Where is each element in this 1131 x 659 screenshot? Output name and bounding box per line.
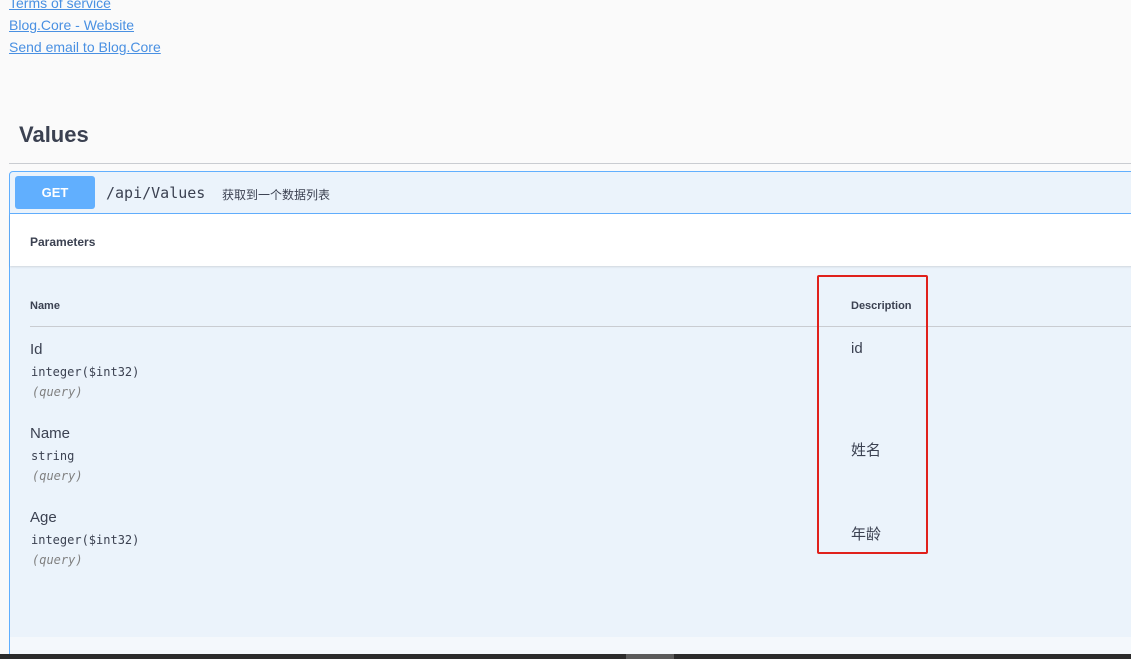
column-header-description: Description: [851, 300, 912, 312]
tag-divider: [9, 163, 1131, 164]
method-badge: GET: [15, 176, 95, 209]
parameter-name: Age: [30, 509, 57, 526]
parameter-name: Name: [30, 425, 71, 442]
parameter-type: string: [31, 449, 75, 463]
parameter-type: integer($int32): [31, 365, 140, 379]
contact-email-link[interactable]: Send email to Blog.Core: [9, 36, 161, 58]
parameter-location: (query): [32, 553, 83, 567]
terms-of-service-link[interactable]: Terms of service: [9, 0, 161, 14]
parameter-description: 年龄: [851, 526, 882, 543]
scrollbar-thumb[interactable]: [626, 654, 674, 659]
parameter-description: 姓名: [851, 442, 882, 459]
info-links: Terms of service Blog.Core - Website Sen…: [9, 0, 161, 58]
parameter-location: (query): [32, 385, 83, 399]
get-operation-block: GET /api/Values 获取到一个数据列表 Parameters Nam…: [9, 171, 1131, 659]
operation-summary-description: 获取到一个数据列表: [222, 188, 331, 202]
parameters-title: Parameters: [30, 235, 96, 249]
parameters-header: Parameters: [10, 214, 1131, 266]
parameter-location: (query): [32, 469, 83, 483]
table-header-divider: [30, 326, 1131, 327]
horizontal-scrollbar[interactable]: [0, 654, 1131, 659]
parameter-type: integer($int32): [31, 533, 140, 547]
operation-summary[interactable]: GET /api/Values 获取到一个数据列表: [10, 172, 1131, 214]
swagger-page: Terms of service Blog.Core - Website Sen…: [0, 0, 1131, 659]
parameter-description: id: [851, 340, 863, 357]
parameter-name: Id: [30, 341, 43, 358]
column-header-name: Name: [30, 300, 60, 312]
operation-path: /api/Values: [106, 184, 206, 202]
tag-title[interactable]: Values: [19, 122, 89, 148]
website-link[interactable]: Blog.Core - Website: [9, 14, 161, 36]
